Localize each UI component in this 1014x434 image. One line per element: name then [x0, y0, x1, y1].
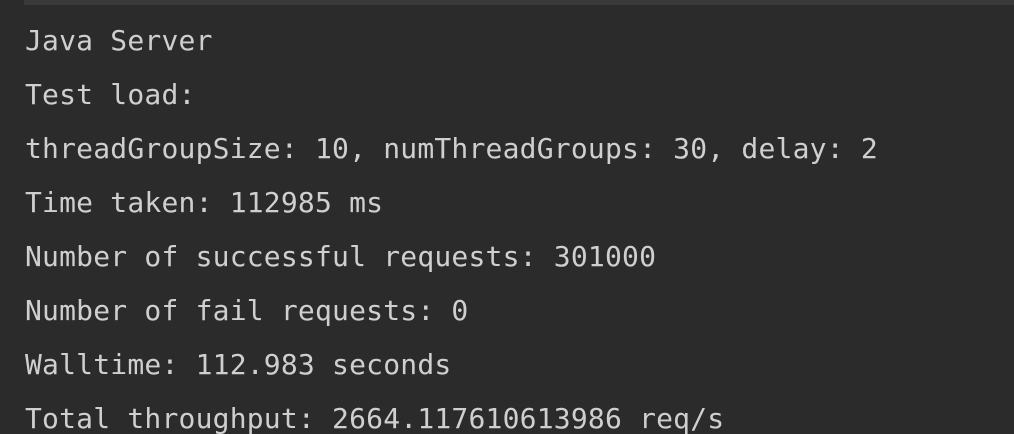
console-output-panel[interactable]: Java Server Test load: threadGroupSize: …	[0, 0, 1014, 434]
console-line-title: Java Server	[25, 24, 213, 57]
panel-top-divider	[24, 0, 1014, 5]
console-line-test-load: Test load:	[25, 78, 196, 111]
console-line-time-taken: Time taken: 112985 ms	[25, 186, 384, 219]
console-line-successful-requests: Number of successful requests: 301000	[25, 240, 657, 273]
console-line-config: threadGroupSize: 10, numThreadGroups: 30…	[25, 132, 878, 165]
console-line-fail-requests: Number of fail requests: 0	[25, 294, 469, 327]
console-text-area[interactable]: Java Server Test load: threadGroupSize: …	[25, 14, 1005, 434]
console-line-throughput: Total throughput: 2664.117610613986 req/…	[25, 402, 725, 434]
console-line-walltime: Walltime: 112.983 seconds	[25, 348, 452, 381]
